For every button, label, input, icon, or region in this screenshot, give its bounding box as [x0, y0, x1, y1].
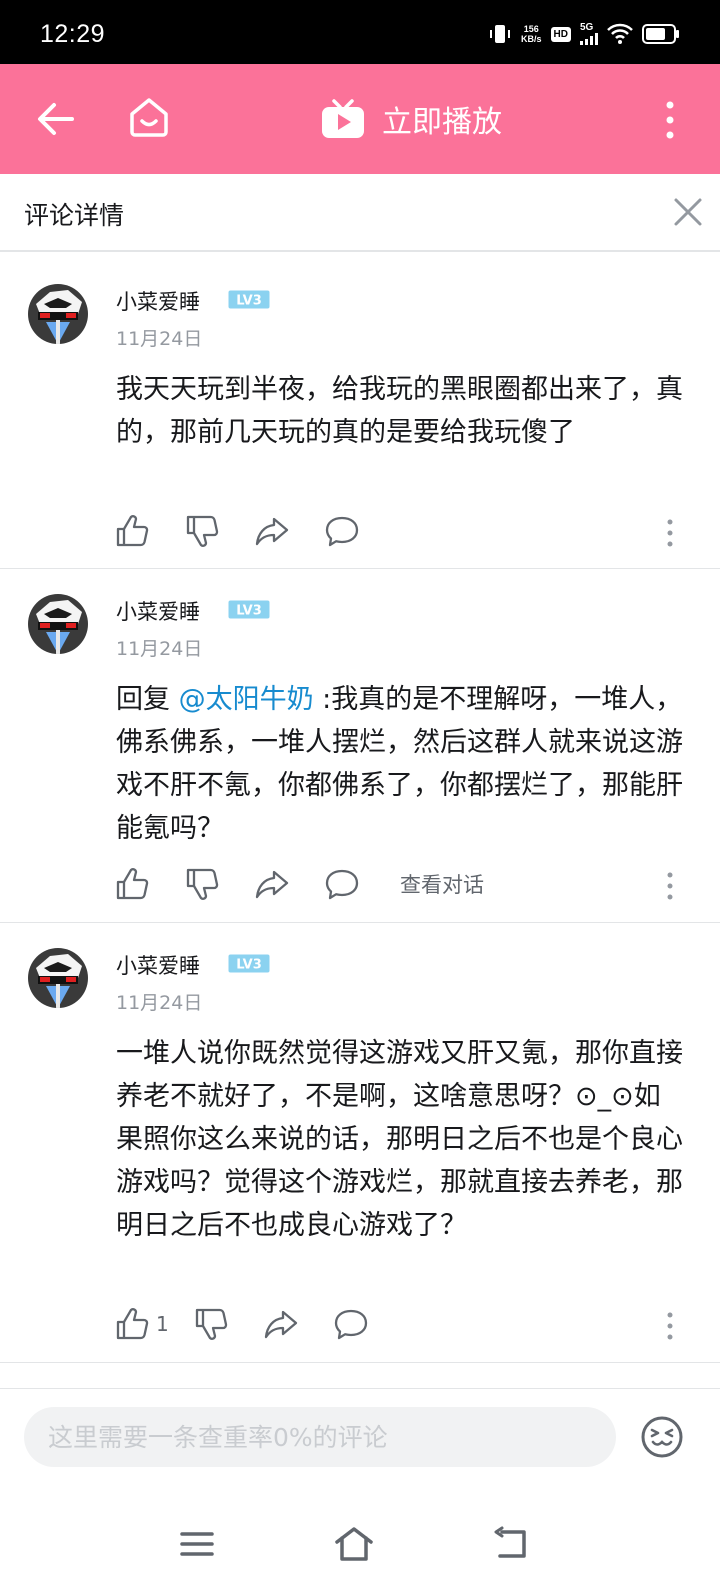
network-speed-value: 156 — [523, 24, 539, 34]
comment-input-bar — [0, 1388, 720, 1498]
thumbs-down-icon[interactable] — [184, 513, 220, 549]
hd-badge: HD — [550, 26, 571, 42]
comment-input[interactable] — [24, 1407, 616, 1467]
avatar[interactable] — [28, 594, 88, 654]
network-speed-unit: KB/s — [521, 34, 542, 44]
home-nav-icon[interactable] — [334, 1526, 374, 1562]
username[interactable]: 小菜爱睡 — [116, 596, 200, 626]
more-options-icon[interactable] — [660, 1311, 680, 1341]
username[interactable]: 小菜爱睡 — [116, 950, 200, 980]
thumbs-down-icon[interactable] — [193, 1306, 229, 1342]
share-icon[interactable] — [263, 1306, 299, 1342]
comment-item: 小菜爱睡 LV3 11月24日 回复 @太阳牛奶 :我真的是不理解呀，一堆人，佛… — [0, 568, 720, 922]
vibrate-icon — [490, 25, 511, 43]
play-now-button[interactable]: 立即播放 — [320, 97, 502, 141]
reply-prefix: 回复 — [116, 684, 179, 715]
thumbs-up-icon[interactable] — [114, 866, 150, 902]
status-icons: 156 KB/s HD 5G — [488, 22, 680, 46]
share-icon[interactable] — [254, 513, 290, 549]
comment-date: 11月24日 — [116, 992, 203, 1014]
comment-text: 一堆人说你既然觉得这游戏又肝又氪，那你直接养老不就好了，不是啊，这啥意思呀？⊙_… — [116, 1032, 686, 1247]
network-type: 5G — [580, 22, 594, 33]
page-title: 评论详情 — [24, 201, 125, 230]
signal-bars — [580, 33, 598, 45]
home-icon[interactable] — [128, 96, 170, 138]
comment-date: 11月24日 — [116, 328, 203, 350]
level-text: LV3 — [236, 604, 262, 619]
status-bar: 12:29 156 KB/s HD 5G — [0, 0, 720, 64]
top-bar: 立即播放 — [0, 64, 720, 174]
thumbs-up-icon[interactable] — [114, 513, 150, 549]
level-text: LV3 — [236, 294, 262, 309]
more-vertical-icon[interactable] — [660, 100, 680, 140]
more-options-icon[interactable] — [660, 871, 680, 901]
comment-text: 回复 @太阳牛奶 :我真的是不理解呀，一堆人，佛系佛系，一堆人摆烂，然后这群人就… — [116, 678, 686, 850]
thumbs-up-icon[interactable] — [114, 1306, 150, 1342]
like-count: 1 — [156, 1312, 169, 1336]
level-badge: LV3 — [228, 600, 270, 619]
comment-body: 一堆人说你既然觉得这游戏又肝又氪，那你直接养老不就好了，不是啊，这啥意思呀？⊙_… — [116, 1038, 683, 1241]
close-icon[interactable] — [670, 194, 706, 230]
divider — [0, 1362, 720, 1363]
tv-play-icon — [322, 99, 364, 138]
back-arrow-icon[interactable] — [36, 100, 76, 138]
comment-item: 小菜爱睡 LV3 11月24日 我天天玩到半夜，给我玩的黑眼圈都出来了，真的，那… — [0, 258, 720, 568]
more-options-icon[interactable] — [660, 518, 680, 548]
mention-link[interactable]: @太阳牛奶 — [179, 684, 314, 715]
thumbs-down-icon[interactable] — [184, 866, 220, 902]
comment-body: 我天天玩到半夜，给我玩的黑眼圈都出来了，真的，那前几天玩的真的是要给我玩傻了 — [116, 374, 683, 448]
comment-actions: 1 — [114, 1306, 369, 1342]
avatar[interactable] — [28, 948, 88, 1008]
reply-icon[interactable] — [324, 866, 360, 902]
comment-text: 我天天玩到半夜，给我玩的黑眼圈都出来了，真的，那前几天玩的真的是要给我玩傻了 — [116, 368, 686, 454]
reply-icon[interactable] — [333, 1306, 369, 1342]
back-nav-icon[interactable] — [492, 1526, 532, 1562]
cellular-signal-icon: 5G — [580, 23, 598, 45]
comment-actions: 查看对话 — [114, 866, 484, 902]
system-navigation-bar — [0, 1498, 720, 1592]
comment-date: 11月24日 — [116, 638, 203, 660]
comment-item: 小菜爱睡 LV3 11月24日 一堆人说你既然觉得这游戏又肝又氪，那你直接养老不… — [0, 922, 720, 1362]
share-icon[interactable] — [254, 866, 290, 902]
comment-detail-header: 评论详情 — [0, 174, 720, 252]
level-text: LV3 — [236, 958, 262, 973]
battery-icon — [642, 24, 679, 44]
username[interactable]: 小菜爱睡 — [116, 286, 200, 316]
play-now-label: 立即播放 — [382, 105, 502, 140]
menu-icon[interactable] — [178, 1526, 218, 1562]
level-badge: LV3 — [228, 290, 270, 309]
view-conversation-link[interactable]: 查看对话 — [400, 869, 484, 899]
level-badge: LV3 — [228, 954, 270, 973]
comment-actions — [114, 513, 360, 549]
status-time: 12:29 — [40, 20, 106, 48]
reply-icon[interactable] — [324, 513, 360, 549]
emoji-icon[interactable] — [640, 1415, 684, 1459]
avatar[interactable] — [28, 284, 88, 344]
wifi-icon — [607, 23, 633, 44]
network-speed: 156 KB/s — [521, 24, 542, 44]
